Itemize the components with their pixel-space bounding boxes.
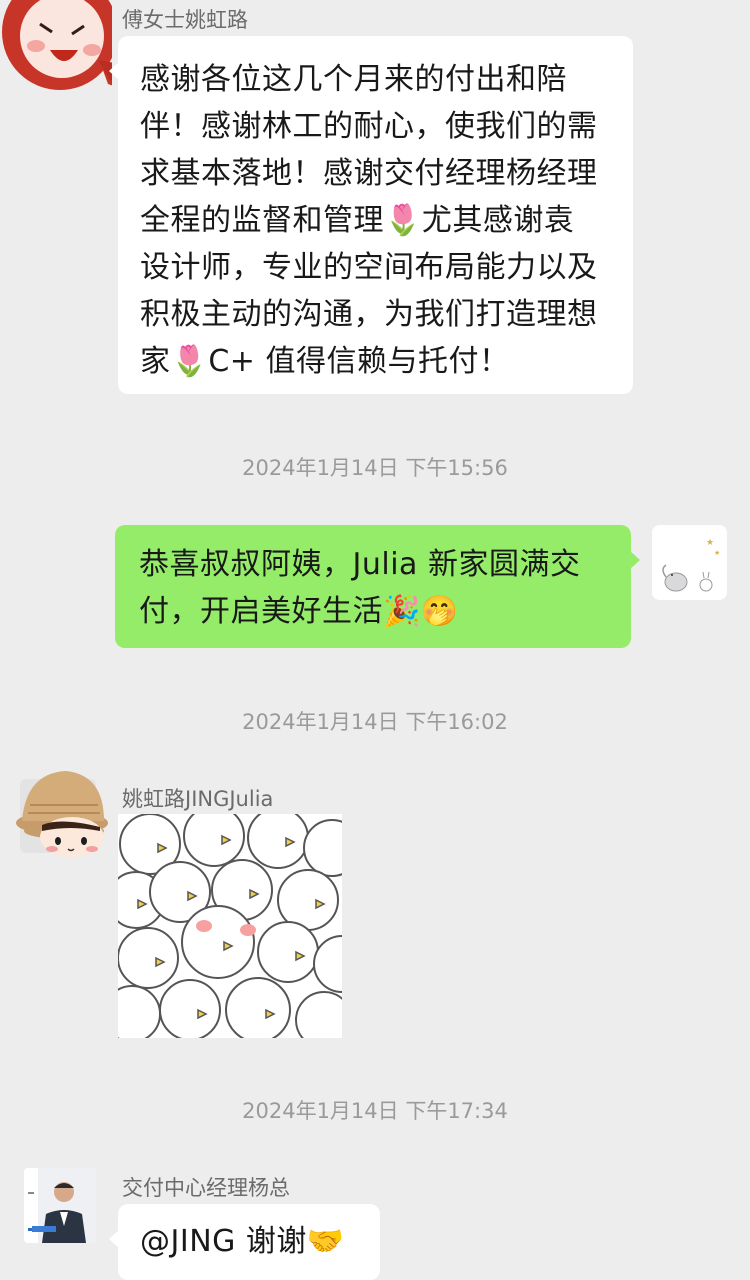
svg-text:★: ★ bbox=[706, 538, 714, 548]
crowd-of-white-birds-sticker bbox=[118, 814, 342, 1038]
red-cartoon-face-icon bbox=[2, 0, 112, 90]
message-line: 求基本落地！感谢交付经理杨经理 bbox=[140, 156, 598, 191]
message-bubble[interactable]: @JING 谢谢🤝 bbox=[109, 1204, 380, 1280]
sender-name: 姚虹路JINGJulia bbox=[122, 787, 274, 811]
svg-text:★: ★ bbox=[714, 549, 720, 557]
timestamp: 2024年1月14日 下午15:56 bbox=[242, 456, 508, 480]
avatar-yang[interactable] bbox=[24, 1168, 96, 1243]
timestamp: 2024年1月14日 下午17:34 bbox=[242, 1099, 508, 1123]
straw-hat-girl-icon bbox=[16, 771, 108, 857]
message-line: 设计师，专业的空间布局能力以及 bbox=[140, 250, 598, 285]
sticker-image[interactable] bbox=[118, 814, 342, 1038]
sender-name: 交付中心经理杨总 bbox=[122, 1176, 290, 1200]
elephant-sketch-icon: ★ ★ bbox=[652, 525, 727, 600]
message-bubble[interactable]: 感谢各位这几个月来的付出和陪 伴！感谢林工的耐心，使我们的需 求基本落地！感谢交… bbox=[109, 36, 633, 394]
avatar-fu[interactable] bbox=[0, 0, 112, 92]
message-line: 恭喜叔叔阿姨，Julia 新家圆满交 bbox=[139, 547, 581, 582]
message-line: 全程的监督和管理🌷尤其感谢袁 bbox=[140, 203, 575, 238]
message-line: @JING 谢谢🤝 bbox=[140, 1224, 345, 1259]
message-line: 家🌷C+ 值得信赖与托付！ bbox=[140, 344, 510, 379]
timestamp: 2024年1月14日 下午16:02 bbox=[242, 710, 508, 734]
message-bubble-self[interactable]: 恭喜叔叔阿姨，Julia 新家圆满交 付，开启美好生活🎉🤭 bbox=[115, 525, 640, 648]
message-line: 付，开启美好生活🎉🤭 bbox=[139, 594, 459, 629]
message-line: 积极主动的沟通，为我们打造理想 bbox=[140, 297, 598, 332]
sender-name: 傅女士姚虹路 bbox=[122, 8, 248, 32]
avatar-self[interactable]: ★ ★ bbox=[652, 525, 727, 600]
message-line: 感谢各位这几个月来的付出和陪 bbox=[140, 62, 567, 97]
message-line: 伴！感谢林工的耐心，使我们的需 bbox=[140, 109, 598, 144]
man-in-suit-photo bbox=[24, 1168, 96, 1243]
avatar-jing[interactable] bbox=[0, 765, 126, 861]
